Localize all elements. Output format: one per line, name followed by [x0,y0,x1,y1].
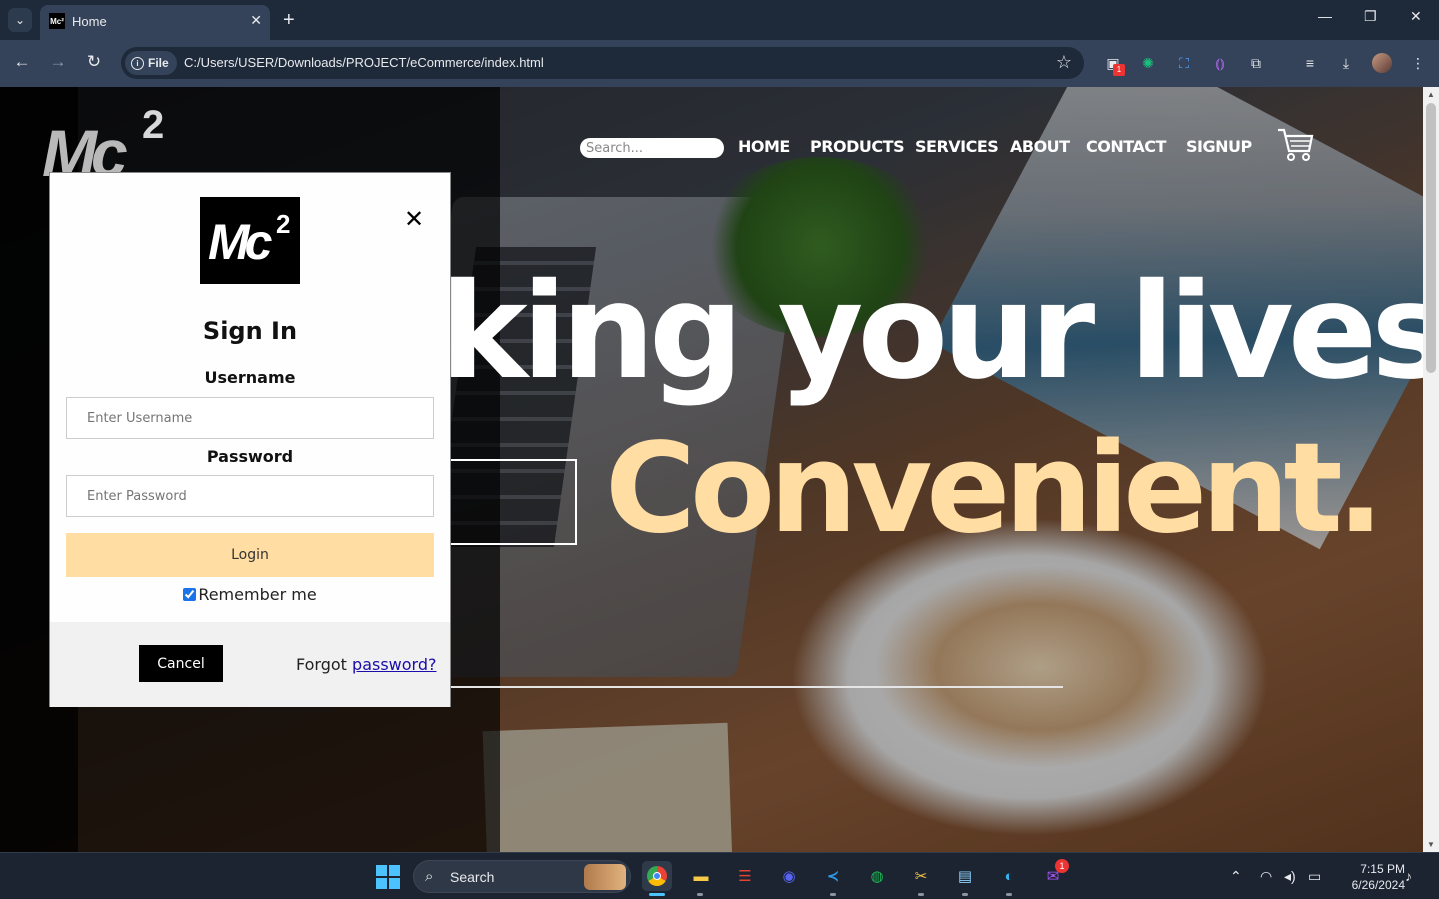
back-icon[interactable]: ← [10,52,34,72]
signin-modal: Mc 2 ✕ Sign In Username Password Login R… [49,172,451,707]
edge-indicator [1006,893,1012,896]
nav-products[interactable]: PRODUCTS [810,137,905,156]
forgot-prefix: Forgot [296,655,353,674]
site-info-chip[interactable]: i File [125,51,177,75]
remember-label: Remember me [198,585,317,604]
modal-footer: Cancel Forgot password? [50,622,450,707]
modal-close-icon[interactable]: ✕ [404,205,424,234]
forgot-text: Forgot password? [296,655,436,674]
url-text[interactable]: C:/Users/USER/Downloads/PROJECT/eCommerc… [184,55,544,70]
extension-code-icon[interactable]: ⦅⦆ [1210,53,1230,73]
notepad-icon[interactable]: ▤ [950,861,980,891]
windows-taskbar: ⌕ Search ▬ ☰ ◉ ≺ ◍ ✂ ▤ ◐ ✉ 1 ⌃ ◠ ◂) ▭ 7:… [0,852,1439,899]
wifi-icon[interactable]: ◠ [1260,868,1272,885]
vscode-icon[interactable]: ≺ [818,861,848,891]
close-window-button[interactable]: ✕ [1410,8,1422,25]
scroll-up-icon[interactable]: ▲ [1427,90,1435,99]
extension-chatgpt-icon[interactable]: ✺ [1138,53,1158,73]
battery-icon[interactable]: ▭ [1308,868,1321,885]
hero-divider [440,686,1063,688]
password-input[interactable] [66,475,434,517]
media-controls-icon[interactable]: ≡ [1300,53,1320,73]
browser-tab-strip: ⌄ Mc² Home ✕ + — ❐ ✕ [0,0,1439,40]
scroll-thumb[interactable] [1426,103,1436,373]
messenger-badge: 1 [1055,859,1069,873]
start-windows-icon[interactable] [376,865,400,889]
tab-search-button[interactable]: ⌄ [8,8,32,32]
cancel-button[interactable]: Cancel [139,645,223,682]
modal-logo-m: Mc [208,214,273,270]
discord-icon[interactable]: ◉ [774,861,804,891]
volume-icon[interactable]: ◂) [1284,868,1296,885]
nav-signup[interactable]: SIGNUP [1186,137,1252,156]
modal-logo: Mc 2 [200,197,300,284]
site-search-input[interactable] [580,138,724,158]
explorer-indicator [697,893,703,896]
clock-date: 6/26/2024 [1351,878,1405,892]
taskbar-search[interactable]: ⌕ Search [413,860,631,893]
extensions-puzzle-icon[interactable]: ⧉ [1246,53,1266,73]
cart-icon[interactable] [1276,125,1314,163]
password-label: Password [206,447,294,466]
chrome-icon[interactable] [642,861,672,891]
minimize-button[interactable]: — [1318,8,1332,24]
modal-logo-superscript: 2 [276,209,291,239]
snipping-tool-icon[interactable]: ✂ [906,861,936,891]
nav-home[interactable]: HOME [738,137,790,156]
scroll-down-icon[interactable]: ▼ [1427,840,1435,849]
address-bar[interactable]: i File C:/Users/USER/Downloads/PROJECT/e… [121,47,1084,79]
new-tab-button[interactable]: + [283,8,295,32]
hero-headline: king your lives [440,255,1423,409]
search-highlight-image [584,864,626,890]
username-label: Username [204,368,296,387]
screen: ⌄ Mc² Home ✕ + — ❐ ✕ ← → ↻ i File C:/Use… [0,0,1439,899]
taskbar-clock[interactable]: 7:15 PM 6/26/2024 [1335,861,1405,893]
login-button[interactable]: Login [66,533,434,577]
notepad-indicator [962,893,968,896]
tab-favicon: Mc² [49,13,65,29]
vscode-indicator [830,893,836,896]
page-viewport: Mc 2 HOME PRODUCTS SERVICES ABOUT CONTAC… [0,87,1423,852]
tab-title: Home [72,14,107,29]
todoist-icon[interactable]: ☰ [730,861,760,891]
spotify-icon[interactable]: ◍ [862,861,892,891]
file-explorer-icon[interactable]: ▬ [686,861,716,891]
taskbar-search-label: Search [450,869,495,885]
snipping-indicator [918,893,924,896]
page-scrollbar[interactable]: ▲ ▼ [1423,87,1439,852]
browser-toolbar: ← → ↻ i File C:/Users/USER/Downloads/PRO… [0,40,1439,87]
remember-row: Remember me [50,585,450,604]
nav-services[interactable]: SERVICES [915,137,999,156]
file-label: File [148,56,169,70]
profile-avatar[interactable] [1372,53,1392,73]
chrome-indicator [649,893,665,896]
hero-cta-outline[interactable] [440,459,577,545]
reload-icon[interactable]: ↻ [82,52,106,72]
site-logo[interactable]: Mc 2 [42,103,172,190]
search-icon: ⌕ [425,868,434,885]
tab-close-icon[interactable]: ✕ [250,12,262,29]
modal-title: Sign In [202,317,298,345]
username-input[interactable] [66,397,434,439]
nav-contact[interactable]: CONTACT [1086,137,1166,156]
bookmark-star-icon[interactable]: ☆ [1056,52,1072,73]
info-icon: i [131,56,144,70]
restore-button[interactable]: ❐ [1364,8,1377,25]
forgot-password-link[interactable]: password? [352,655,436,674]
notification-bell-icon[interactable]: ♪ [1405,868,1412,884]
extension-badge: 1 [1113,64,1125,76]
hero-highlight: Convenient. [605,417,1384,561]
forward-icon[interactable]: → [46,52,70,72]
tray-chevron-icon[interactable]: ⌃ [1230,868,1242,885]
nav-about[interactable]: ABOUT [1010,137,1070,156]
site-logo-superscript: 2 [142,103,165,147]
menu-kebab-icon[interactable]: ⋮ [1408,53,1428,73]
extension-capture-icon[interactable]: ⛶ [1174,53,1194,73]
clock-time: 7:15 PM [1360,862,1405,876]
remember-checkbox[interactable] [183,588,197,601]
downloads-icon[interactable]: ⤓ [1336,53,1356,73]
edge-icon[interactable]: ◐ [994,861,1024,891]
tab-home[interactable]: Mc² Home ✕ [40,5,270,40]
